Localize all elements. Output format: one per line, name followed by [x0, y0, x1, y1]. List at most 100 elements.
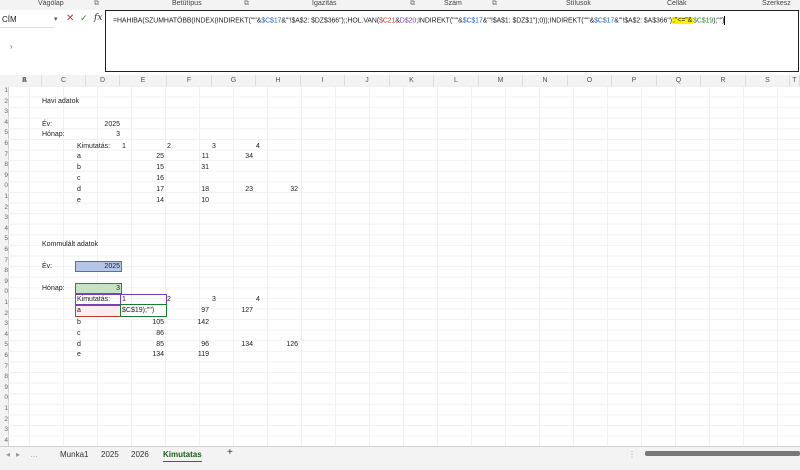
row-header[interactable]: 6: [0, 140, 8, 147]
row-header[interactable]: 0: [0, 182, 8, 189]
honap-value[interactable]: 3: [86, 130, 120, 140]
table-cell[interactable]: 32: [264, 185, 298, 195]
dialog-launcher-icon[interactable]: ⧉: [410, 0, 415, 8]
column-header[interactable]: J: [345, 75, 390, 86]
table-cell[interactable]: 105: [130, 318, 164, 328]
row-header[interactable]: 4: [0, 225, 8, 232]
row-header[interactable]: 5: [0, 341, 8, 348]
table-cell[interactable]: 23: [219, 185, 253, 195]
column-header[interactable]: M: [479, 75, 523, 86]
column-header[interactable]: O: [568, 75, 612, 86]
column-header[interactable]: S: [746, 75, 790, 86]
column-header[interactable]: R: [701, 75, 746, 86]
column-header[interactable]: C: [42, 75, 86, 86]
sheet-tab-active[interactable]: Kimutatas: [163, 449, 202, 463]
row-header[interactable]: 1: [0, 299, 8, 306]
row-header[interactable]: 2: [0, 98, 8, 105]
row-header[interactable]: 2: [0, 310, 8, 317]
sheet-tab[interactable]: Munka1: [60, 449, 88, 461]
cancel-icon[interactable]: ✕: [66, 13, 74, 24]
table-cell[interactable]: 127: [219, 306, 253, 316]
table-cell[interactable]: 97: [175, 306, 209, 316]
row-header[interactable]: 3: [0, 108, 8, 115]
row-header[interactable]: 0: [0, 394, 8, 401]
column-header[interactable]: G: [212, 75, 256, 86]
table-cell[interactable]: 34: [219, 152, 253, 162]
row-header[interactable]: 8: [0, 267, 8, 274]
table-cell[interactable]: 134: [130, 350, 164, 360]
column-header[interactable]: P: [612, 75, 657, 86]
add-sheet-button[interactable]: +: [227, 447, 233, 459]
row-header[interactable]: 7: [0, 257, 8, 264]
more-options-icon[interactable]: ⋮: [628, 449, 636, 461]
row-header[interactable]: 5: [0, 235, 8, 242]
worksheet-grid[interactable]: [8, 86, 800, 446]
row-header[interactable]: 1: [0, 193, 8, 200]
table-cell[interactable]: 18: [175, 185, 209, 195]
dialog-launcher-icon[interactable]: ⧉: [244, 0, 249, 8]
row-header[interactable]: 7: [0, 363, 8, 370]
table-cell[interactable]: 15: [130, 163, 164, 173]
formula-input[interactable]: =HAHIBA(SZUMHATÖBB(INDEX(INDIREKT("'"&$C…: [105, 10, 799, 72]
table-cell[interactable]: 25: [130, 152, 164, 162]
column-header[interactable]: K: [390, 75, 434, 86]
table-cell[interactable]: 119: [175, 350, 209, 360]
ev-value[interactable]: 2025: [86, 262, 120, 272]
active-cell-edit-text[interactable]: $C$19);""): [122, 306, 154, 316]
column-header[interactable]: B: [8, 75, 42, 86]
column-header[interactable]: E: [120, 75, 167, 86]
more-sheets-icon[interactable]: …: [30, 449, 38, 461]
row-header[interactable]: 1: [0, 87, 8, 94]
chevron-right-icon[interactable]: ›: [10, 42, 13, 51]
sheet-tab[interactable]: 2026: [131, 449, 149, 461]
row-header[interactable]: 4: [0, 437, 8, 444]
row-header[interactable]: 8: [0, 161, 8, 168]
ev-value[interactable]: 2025: [86, 120, 120, 130]
scroll-right-icon[interactable]: ▸: [16, 449, 20, 461]
table-cell[interactable]: 86: [130, 329, 164, 339]
scroll-left-icon[interactable]: ◂: [6, 449, 10, 461]
table-cell[interactable]: 16: [130, 174, 164, 184]
chevron-down-icon[interactable]: ▾: [54, 15, 58, 23]
row-header[interactable]: 0: [0, 288, 8, 295]
column-header[interactable]: H: [256, 75, 301, 86]
row-header[interactable]: 4: [0, 331, 8, 338]
sheet-tab[interactable]: 2025: [101, 449, 119, 461]
row-header[interactable]: 7: [0, 151, 8, 158]
table-cell[interactable]: 85: [130, 340, 164, 350]
table-cell[interactable]: 11: [175, 152, 209, 162]
row-header[interactable]: 6: [0, 352, 8, 359]
table-cell[interactable]: 96: [175, 340, 209, 350]
column-header[interactable]: D: [86, 75, 120, 86]
row-header[interactable]: 2: [0, 204, 8, 211]
horizontal-scrollbar[interactable]: [645, 451, 800, 456]
table-cell[interactable]: 10: [175, 196, 209, 206]
column-header[interactable]: F: [167, 75, 212, 86]
confirm-icon[interactable]: ✓: [80, 13, 88, 24]
row-header[interactable]: 6: [0, 246, 8, 253]
row-header[interactable]: 2: [0, 416, 8, 423]
row-header[interactable]: 8: [0, 373, 8, 380]
table-cell[interactable]: 14: [130, 196, 164, 206]
dialog-launcher-icon[interactable]: ⧉: [492, 0, 497, 8]
row-header[interactable]: 1: [0, 405, 8, 412]
row-header[interactable]: 9: [0, 384, 8, 391]
dialog-launcher-icon[interactable]: ⧉: [94, 0, 99, 8]
row-header[interactable]: 9: [0, 172, 8, 179]
table-cell[interactable]: 31: [175, 163, 209, 173]
column-header[interactable]: N: [523, 75, 568, 86]
table-cell[interactable]: 134: [219, 340, 253, 350]
row-header[interactable]: 9: [0, 278, 8, 285]
column-header[interactable]: T: [790, 75, 800, 86]
row-header[interactable]: 3: [0, 214, 8, 221]
row-header[interactable]: 4: [0, 119, 8, 126]
table-cell[interactable]: 142: [175, 318, 209, 328]
table-cell[interactable]: 17: [130, 185, 164, 195]
row-header[interactable]: 3: [0, 426, 8, 433]
table-cell[interactable]: 126: [264, 340, 298, 350]
column-header[interactable]: L: [434, 75, 479, 86]
row-header[interactable]: 5: [0, 129, 8, 136]
row-header[interactable]: 3: [0, 320, 8, 327]
column-header[interactable]: I: [301, 75, 345, 86]
insert-function-icon[interactable]: fx: [94, 13, 102, 23]
